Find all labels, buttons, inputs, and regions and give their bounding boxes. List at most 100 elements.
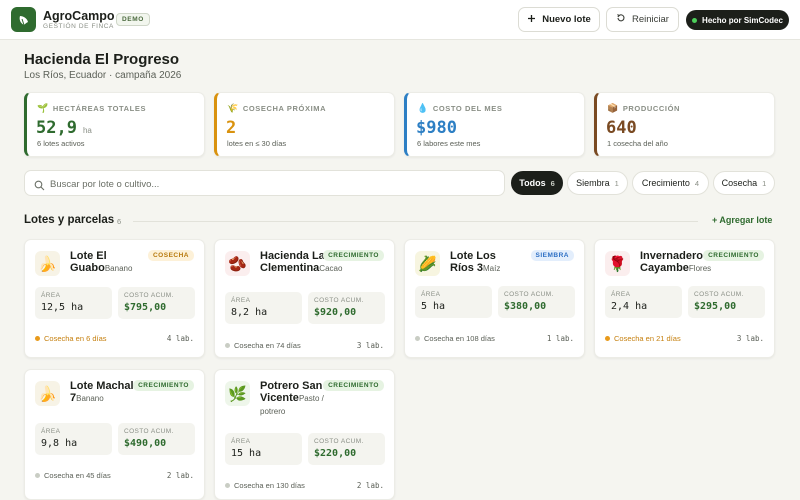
- add-lot-link[interactable]: + Agregar lote: [712, 215, 772, 225]
- cost-label: COSTO ACUM.: [504, 291, 554, 298]
- wheat-icon: 🌾: [227, 103, 239, 113]
- box-icon: 📦: [607, 103, 619, 113]
- cost-label: COSTO ACUM.: [314, 297, 364, 304]
- leaf-icon: [11, 7, 36, 32]
- area-value: 15 ha: [231, 448, 262, 459]
- lot-card[interactable]: 🌹 Invernadero CayambeFlores CRECIMIENTO …: [594, 239, 775, 358]
- herb-icon: 🌿: [225, 381, 250, 406]
- lot-card[interactable]: 🍌 Lote Machala 7Banano CRECIMIENTO ÁREA 9…: [24, 369, 205, 500]
- status-badge: CRECIMIENTO: [323, 250, 384, 261]
- stat-value: 640: [606, 118, 637, 138]
- area-value: 2,4 ha: [611, 301, 648, 312]
- search-input[interactable]: [50, 175, 490, 193]
- labs-count: 3 lab.: [736, 334, 764, 343]
- page-title: Hacienda El Progreso: [24, 51, 180, 68]
- filter-count: 4: [694, 178, 700, 188]
- area-label: ÁREA: [231, 438, 251, 445]
- area-label: ÁREA: [41, 292, 61, 299]
- filter-count: 1: [762, 178, 767, 188]
- filter-label: Cosecha: [721, 178, 758, 188]
- labs-count: 2 lab.: [166, 471, 194, 480]
- cost-value: $920,00: [314, 307, 357, 318]
- lot-name: Lote El Guabo: [70, 250, 107, 274]
- filter-chip-siembra[interactable]: Siembra 1: [567, 171, 628, 195]
- area-label: ÁREA: [41, 428, 61, 435]
- cost-box: COSTO ACUM. $795,00: [118, 287, 195, 319]
- status-badge: CRECIMIENTO: [323, 380, 384, 391]
- area-box: ÁREA 2,4 ha: [605, 286, 682, 318]
- plus-icon: [527, 14, 536, 26]
- rose-icon: 🌹: [605, 251, 630, 276]
- area-box: ÁREA 9,8 ha: [35, 423, 112, 455]
- lot-crop: Cacao: [319, 264, 343, 273]
- stat-label: PRODUCCIÓN: [622, 104, 681, 113]
- filter-chip-cosecha[interactable]: Cosecha 1: [713, 171, 775, 195]
- area-box: ÁREA 5 ha: [415, 286, 492, 318]
- new-lot-button[interactable]: Nuevo lote: [518, 7, 600, 32]
- lot-crop: Banano: [104, 264, 133, 273]
- harvest-text: Cosecha en 130 días: [234, 481, 305, 490]
- filter-chip-crecimiento[interactable]: Crecimiento 4: [632, 171, 709, 195]
- lot-name: Hacienda La Clementina: [260, 250, 325, 274]
- stat-unit: ha: [82, 126, 92, 135]
- app-name: AgroCampo: [43, 9, 115, 23]
- section-divider: [133, 221, 698, 222]
- stat-label: COSTO DEL MES: [432, 104, 503, 113]
- area-label: ÁREA: [611, 291, 631, 298]
- status-badge: CRECIMIENTO: [703, 250, 764, 261]
- cost-value: $380,00: [504, 301, 547, 312]
- area-value: 12,5 ha: [41, 302, 84, 313]
- harvest-text: Cosecha en 74 días: [234, 341, 301, 350]
- section-count: 6: [117, 217, 122, 226]
- labs-count: 4 lab.: [166, 334, 194, 343]
- cacao-icon: 🫘: [225, 251, 250, 276]
- lot-card[interactable]: 🌽 Lote Los Ríos 3Maíz SIEMBRA ÁREA 5 ha C…: [404, 239, 585, 358]
- app-subtitle: GESTIÓN DE FINCA: [43, 23, 114, 30]
- page-subtitle: Los Ríos, Ecuador · campaña 2026: [24, 70, 182, 81]
- cost-value: $795,00: [124, 302, 167, 313]
- banana-icon: 🍌: [35, 381, 60, 406]
- cost-box: COSTO ACUM. $490,00: [118, 423, 195, 455]
- area-label: ÁREA: [421, 291, 441, 298]
- area-value: 8,2 ha: [231, 307, 268, 318]
- reset-icon: [616, 13, 626, 26]
- search-icon: [34, 178, 45, 196]
- top-bar: AgroCampo GESTIÓN DE FINCA DEMO Nuevo lo…: [0, 0, 800, 40]
- cost-label: COSTO ACUM.: [694, 291, 744, 298]
- status-badge: COSECHA: [147, 250, 194, 261]
- filter-count: 6: [550, 178, 555, 188]
- stat-value: $980: [416, 118, 457, 138]
- harvest-dot-icon: [225, 483, 230, 488]
- area-box: ÁREA 12,5 ha: [35, 287, 112, 319]
- stat-foot: lotes en ≤ 30 días: [227, 139, 287, 148]
- cost-value: $295,00: [694, 301, 737, 312]
- stat-card-cost: 💧 COSTO DEL MES $980 6 labores este mes: [404, 92, 585, 157]
- reset-label: Reiniciar: [632, 14, 669, 25]
- area-value: 5 ha: [421, 301, 446, 312]
- made-by-label: Hecho por SimCodec: [702, 15, 783, 25]
- search-box: [24, 170, 505, 196]
- cost-box: COSTO ACUM. $220,00: [308, 433, 385, 465]
- made-by-button[interactable]: Hecho por SimCodec: [686, 10, 789, 30]
- status-badge: SIEMBRA: [530, 250, 574, 261]
- new-lot-label: Nuevo lote: [542, 14, 591, 25]
- area-label: ÁREA: [231, 297, 251, 304]
- harvest-dot-icon: [605, 336, 610, 341]
- reset-button[interactable]: Reiniciar: [606, 7, 679, 32]
- labs-count: 3 lab.: [356, 341, 384, 350]
- cost-label: COSTO ACUM.: [124, 428, 174, 435]
- cost-label: COSTO ACUM.: [124, 292, 174, 299]
- lot-card[interactable]: 🍌 Lote El GuaboBanano COSECHA ÁREA 12,5 h…: [24, 239, 205, 358]
- harvest-dot-icon: [415, 336, 420, 341]
- harvest-dot-icon: [35, 336, 40, 341]
- filter-chip-todos[interactable]: Todos 6: [511, 171, 563, 195]
- labs-count: 2 lab.: [356, 481, 384, 490]
- section-title: Lotes y parcelas: [24, 214, 115, 226]
- lot-card[interactable]: 🌿 Potrero San VicentePasto / potrero CRE…: [214, 369, 395, 500]
- lot-card[interactable]: 🫘 Hacienda La ClementinaCacao CRECIMIENT…: [214, 239, 395, 358]
- lot-crop: Banano: [76, 394, 104, 403]
- area-box: ÁREA 8,2 ha: [225, 292, 302, 324]
- harvest-text: Cosecha en 108 días: [424, 334, 495, 343]
- cost-box: COSTO ACUM. $295,00: [688, 286, 765, 318]
- corn-icon: 🌽: [415, 251, 440, 276]
